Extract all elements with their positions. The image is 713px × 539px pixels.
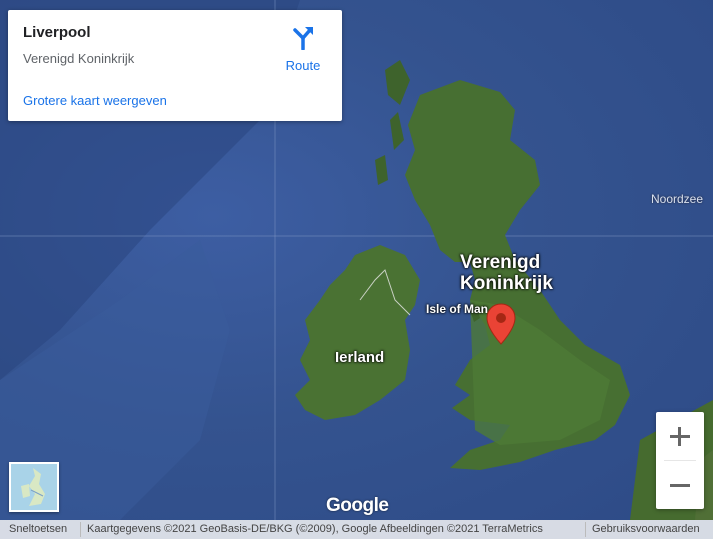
map-data-attribution: Kaartgegevens ©2021 GeoBasis-DE/BKG (©20…: [87, 523, 543, 535]
label-ireland: Ierland: [335, 349, 385, 366]
larger-map-link[interactable]: Grotere kaart weergeven: [23, 93, 167, 108]
map-thumbnail-icon: [11, 464, 57, 510]
satellite-map[interactable]: Verenigd Koninkrijk Ierland Isle of Man …: [0, 0, 713, 539]
minus-icon: [670, 484, 690, 487]
google-logo: Google: [326, 495, 389, 516]
terms-link[interactable]: Gebruiksvoorwaarden: [592, 523, 700, 535]
route-label: Route: [285, 58, 321, 73]
zoom-out-button[interactable]: [656, 461, 704, 509]
footer-divider: [80, 522, 81, 537]
label-north-sea: Noordzee: [651, 192, 704, 206]
location-pin-icon[interactable]: [486, 303, 516, 345]
keyboard-shortcuts-link[interactable]: Sneltoetsen: [9, 523, 67, 535]
label-uk-line1: Verenigd: [460, 252, 541, 273]
place-info-card: Liverpool Verenigd Koninkrijk Route Grot…: [8, 10, 342, 121]
map-type-toggle[interactable]: [9, 462, 59, 512]
label-united-kingdom: Verenigd Koninkrijk: [460, 252, 553, 294]
footer-divider: [585, 522, 586, 537]
zoom-control: [656, 412, 704, 509]
label-uk-line2: Koninkrijk: [460, 273, 553, 294]
place-country: Verenigd Koninkrijk: [23, 51, 135, 66]
attribution-bar: Sneltoetsen Kaartgegevens ©2021 GeoBasis…: [0, 520, 713, 539]
zoom-in-button[interactable]: [656, 412, 704, 460]
directions-icon: [293, 27, 313, 51]
route-button[interactable]: Route: [278, 24, 328, 73]
label-isle-of-man: Isle of Man: [426, 302, 489, 316]
place-name: Liverpool: [23, 24, 91, 41]
